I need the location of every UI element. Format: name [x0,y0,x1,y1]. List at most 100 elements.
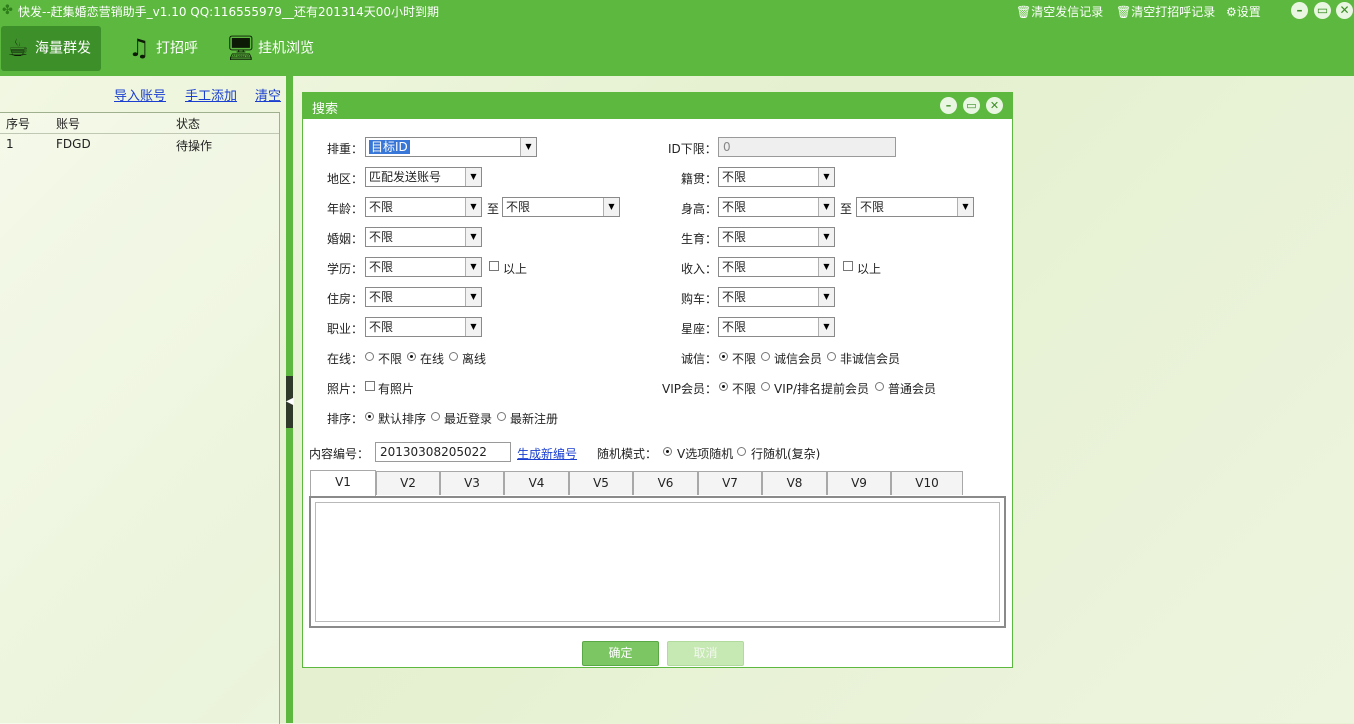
income-label: 收入： [681,262,718,276]
integrity-radio-non-member[interactable] [827,352,836,361]
age-label: 年龄： [327,202,364,216]
sort-option-recent-login: 最近登录 [444,412,493,426]
vip-radio-regular[interactable] [875,382,884,391]
online-radio-online[interactable] [407,352,416,361]
tab-v3[interactable]: V3 [440,471,504,495]
tab-v4[interactable]: V4 [504,471,569,495]
cancel-button[interactable]: 取消 [667,641,744,666]
chevron-down-icon: ▼ [818,198,834,216]
age-from-select[interactable]: 不限 ▼ [365,197,482,217]
clear-sent-records-link[interactable]: 🗑清空发信记录 [1016,3,1103,20]
height-to-select[interactable]: 不限 ▼ [856,197,974,217]
content-number-input[interactable]: 20130308205022 [375,442,511,462]
tab-idle-browse[interactable]: 🖥 挂机浏览 [224,26,334,71]
region-label: 地区： [327,172,364,186]
account-panel: 导入账号 手工添加 清空 序号 账号 状态 1 FDGD 待操作 [0,76,281,724]
dialog-minimize-button[interactable]: – [940,97,957,114]
id-lower-input[interactable]: 0 [718,137,896,157]
settings-link[interactable]: ⚙设置 [1226,3,1261,20]
collapse-arrow-icon[interactable]: ◀ [286,376,294,428]
sort-radio-newest[interactable] [497,412,506,421]
tab-v2[interactable]: V2 [376,471,440,495]
income-select[interactable]: 不限 ▼ [718,257,835,277]
tab-v7[interactable]: V7 [698,471,762,495]
integrity-option-member: 诚信会员 [774,352,823,366]
content-editor[interactable] [315,502,1000,622]
online-radio-any[interactable] [365,352,374,361]
sort-radio-default[interactable] [365,412,374,421]
online-radio-offline[interactable] [449,352,458,361]
chevron-down-icon: ▼ [818,258,834,276]
id-lower-label: ID下限： [668,142,717,156]
integrity-option-any: 不限 [732,352,757,366]
marriage-select[interactable]: 不限 ▼ [365,227,482,247]
random-radio-v-option[interactable] [663,447,672,456]
height-from-select[interactable]: 不限 ▼ [718,197,835,217]
column-header-index: 序号 [6,117,31,131]
chevron-down-icon: ▼ [465,198,481,216]
tab-v10[interactable]: V10 [891,471,963,495]
weight-select[interactable]: 目标ID ▼ [365,137,537,157]
restore-button[interactable]: ▭ [1314,2,1331,19]
has-photo-checkbox[interactable] [365,381,375,391]
clear-accounts-link[interactable]: 清空 [255,85,281,104]
random-option-v-option: V选项随机 [677,447,734,461]
close-button[interactable]: ✕ [1336,2,1353,19]
tab-v5[interactable]: V5 [569,471,633,495]
tab-mass-send[interactable]: ☕ 海量群发 [1,26,101,71]
manual-add-link[interactable]: 手工添加 [185,85,237,104]
income-above-checkbox[interactable] [843,261,853,271]
header-divider [0,133,279,134]
sort-label: 排序： [327,412,364,426]
integrity-option-non-member: 非诚信会员 [840,352,901,366]
housing-select[interactable]: 不限 ▼ [365,287,482,307]
height-to-label: 至 [840,202,853,216]
native-place-select[interactable]: 不限 ▼ [718,167,835,187]
import-accounts-link[interactable]: 导入账号 [114,85,166,104]
chevron-down-icon: ▼ [520,138,536,156]
chevron-down-icon: ▼ [465,228,481,246]
integrity-radio-any[interactable] [719,352,728,361]
education-above-checkbox[interactable] [489,261,499,271]
age-to-select[interactable]: 不限 ▼ [502,197,620,217]
weight-label: 排重： [327,142,364,156]
coffee-cup-icon: ☕ [7,34,29,62]
tab-v8[interactable]: V8 [762,471,827,495]
content-text-area[interactable] [309,496,1006,628]
panel-splitter[interactable]: ◀ [286,76,294,723]
housing-label: 住房： [327,292,364,306]
row-status: 待操作 [176,139,213,153]
minimize-button[interactable]: – [1291,2,1308,19]
dialog-close-button[interactable]: ✕ [986,97,1003,114]
chevron-down-icon: ▼ [818,168,834,186]
window-title: 快发--赶集婚恋营销助手_v1.10 QQ:116555979__还有20131… [18,5,440,19]
tab-v9[interactable]: V9 [827,471,891,495]
dialog-header: 搜索 – ▭ ✕ [303,93,1012,119]
zodiac-select[interactable]: 不限 ▼ [718,317,835,337]
job-select[interactable]: 不限 ▼ [365,317,482,337]
vip-radio-vip[interactable] [761,382,770,391]
vip-label: VIP会员： [662,382,717,396]
vip-radio-any[interactable] [719,382,728,391]
has-photo-label: 有照片 [378,382,415,396]
content-number-label: 内容编号： [309,447,370,461]
dialog-maximize-button[interactable]: ▭ [963,97,980,114]
region-select[interactable]: 匹配发送账号 ▼ [365,167,482,187]
confirm-button[interactable]: 确定 [582,641,659,666]
online-option-any: 不限 [378,352,403,366]
tab-v6[interactable]: V6 [633,471,698,495]
clear-greet-records-link[interactable]: 🗑清空打招呼记录 [1116,3,1215,20]
fertility-label: 生育： [681,232,718,246]
tab-v1[interactable]: V1 [310,470,376,496]
integrity-radio-member[interactable] [761,352,770,361]
chevron-down-icon: ▼ [465,288,481,306]
vip-option-vip: VIP/排名提前会员 [774,382,870,396]
height-label: 身高： [681,202,718,216]
fertility-select[interactable]: 不限 ▼ [718,227,835,247]
education-select[interactable]: 不限 ▼ [365,257,482,277]
car-select[interactable]: 不限 ▼ [718,287,835,307]
random-radio-row[interactable] [737,447,746,456]
sort-radio-recent-login[interactable] [431,412,440,421]
generate-number-link[interactable]: 生成新编号 [517,445,577,462]
tab-greet[interactable]: ♫ 打招呼 [122,26,212,71]
